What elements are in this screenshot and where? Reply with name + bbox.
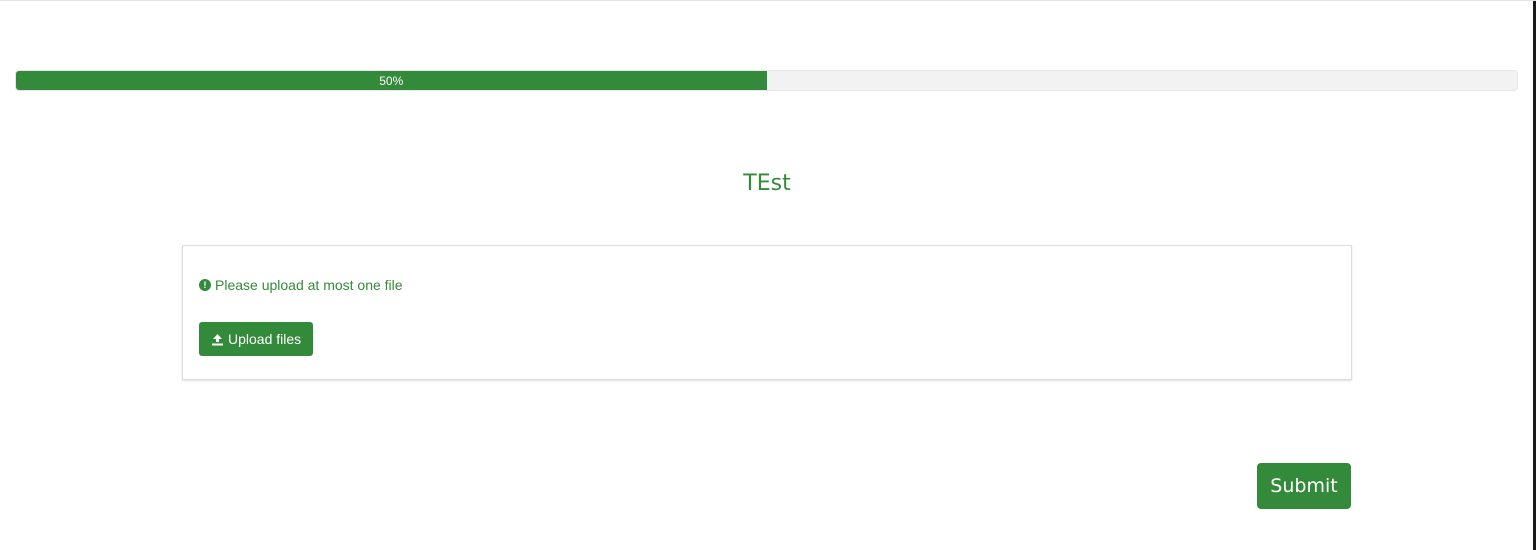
progress-label: 50% [379, 73, 404, 88]
progress-bar: 50% [15, 70, 1518, 91]
upload-files-button[interactable]: Upload files [199, 322, 314, 356]
progress-fill: 50% [16, 71, 767, 90]
page-title: TEst [743, 171, 791, 196]
file-upload-panel: ! Please upload at most one file Upload … [182, 245, 1352, 380]
upload-warning-text: Please upload at most one file [215, 277, 403, 293]
upload-warning: ! Please upload at most one file [199, 277, 403, 293]
upload-files-label: Upload files [228, 331, 302, 347]
submit-button[interactable]: Submit [1257, 463, 1351, 509]
upload-icon [212, 333, 223, 345]
exclamation-circle-icon: ! [199, 279, 211, 291]
survey-page: 50% TEst ! Please upload at most one fil… [0, 0, 1536, 550]
